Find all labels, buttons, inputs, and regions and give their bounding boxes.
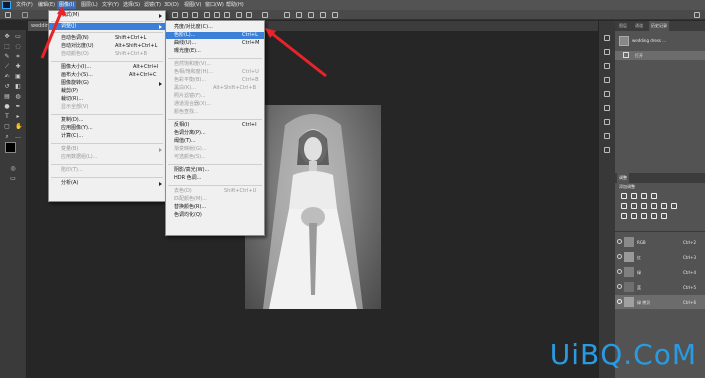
arrow-to-image-menu [40, 9, 64, 59]
tutorial-arrows [40, 6, 327, 78]
watermark-logo: UiBQ.CoM [549, 338, 697, 371]
arrow-to-levels [269, 30, 327, 78]
